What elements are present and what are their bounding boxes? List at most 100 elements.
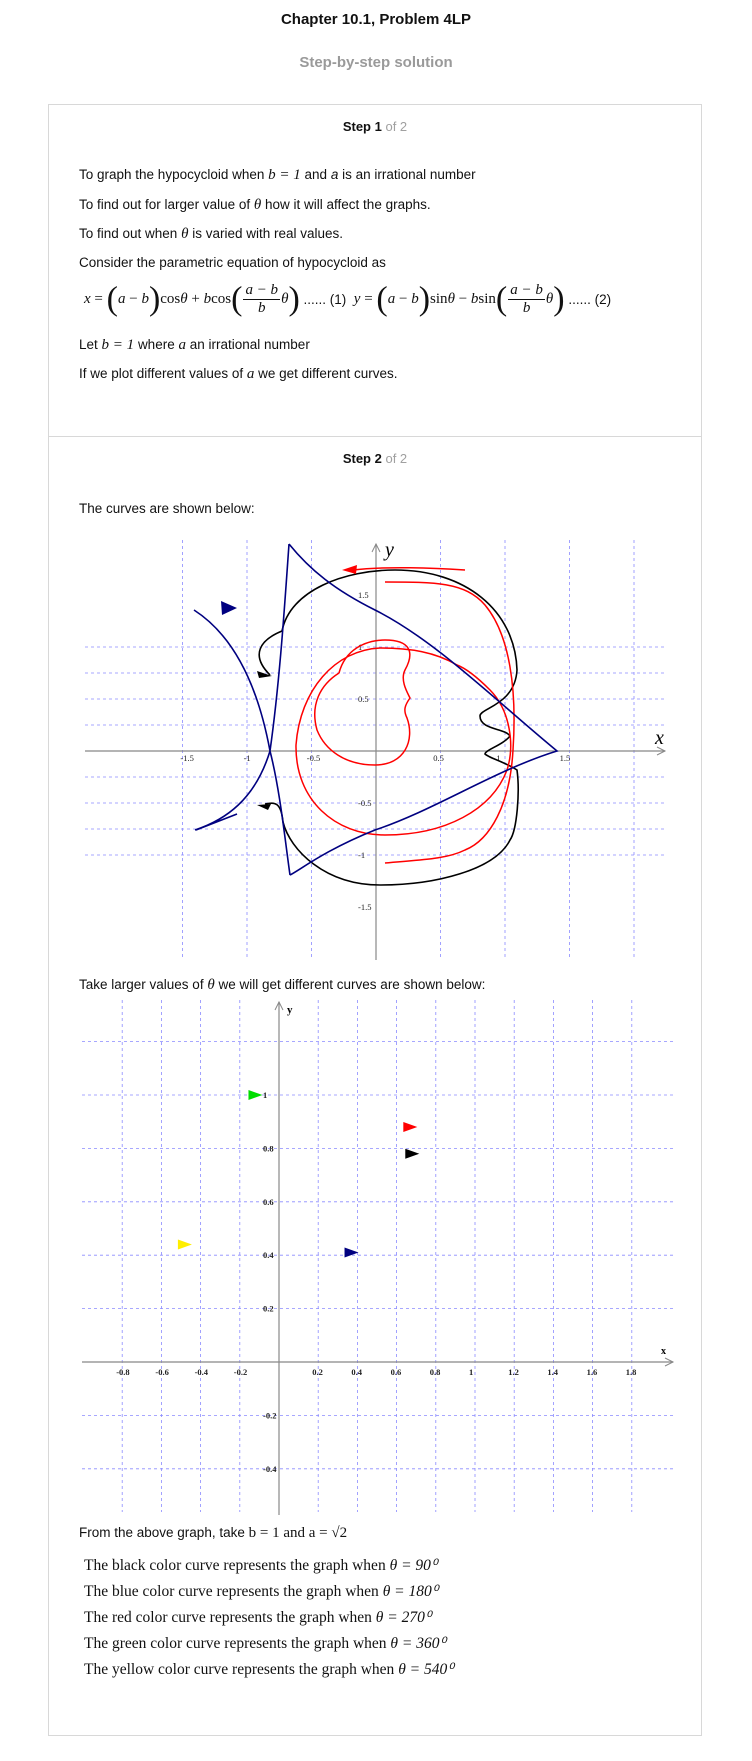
step1-line6: If we plot different values of a we get … [79, 366, 397, 383]
math-a: a [330, 167, 339, 182]
x-tick-label: 1.8 [626, 1367, 637, 1377]
red-arrow [342, 565, 357, 574]
y-tick-label: -0.4 [263, 1464, 277, 1474]
y-tick-label: 0.2 [263, 1304, 274, 1314]
curve-marker-arrow [405, 1148, 420, 1159]
curve-marker-arrow [403, 1122, 418, 1133]
hypocycloid-graph: x y -1.5 -1 -0.5 0.5 1 1.51.510.5-0.5-1-1.5 [85, 540, 667, 960]
x-tick-label: -0.6 [155, 1367, 168, 1377]
graph2-y-label: y [287, 1004, 293, 1016]
curve-text: The yellow color curve represents the gr… [84, 1661, 395, 1678]
curve-angle: θ = 180⁰ [382, 1583, 438, 1600]
math-b: b = 1 [268, 167, 301, 183]
math-theta: θ [253, 197, 262, 213]
curve-angle: θ = 270⁰ [375, 1609, 432, 1626]
curve-text: The red color curve represents the graph… [84, 1609, 372, 1626]
math-a: a [178, 337, 186, 353]
graph1-y-label: y [383, 540, 394, 561]
step2-of: of 2 [385, 451, 408, 466]
graph1-grid [85, 540, 665, 958]
text: and [304, 167, 328, 182]
eq2-tag: ...... (2) [568, 292, 612, 307]
curve-text: The blue color curve represents the grap… [84, 1583, 379, 1600]
page-subtitle: Step-by-step solution [299, 54, 453, 71]
x-tick-label: 0.2 [312, 1367, 323, 1377]
curve-line-red: The red color curve represents the graph… [84, 1608, 431, 1627]
graph2-grid [82, 1000, 673, 1512]
x-tick-label: 0.5 [433, 753, 444, 763]
blue-arrow-1 [221, 601, 237, 615]
y-tick-label: -1 [358, 850, 365, 860]
x-tick-label: 0.8 [430, 1367, 441, 1377]
y-tick-label: 0.8 [263, 1143, 274, 1153]
from-graph-line: From the above graph, take b = 1 and a =… [79, 1525, 347, 1542]
x-tick-label: 1.4 [547, 1367, 558, 1377]
curve-marker-arrow [177, 1239, 192, 1250]
text: how it will affect the graphs. [265, 197, 431, 212]
text: we get different curves. [258, 366, 398, 381]
graph2-axes [82, 1000, 675, 1515]
y-tick-label: 1.5 [358, 590, 369, 600]
step1-line2: To find out for larger value of θ how it… [79, 197, 431, 214]
text: From the above graph, take [79, 1525, 245, 1540]
curve-line-blue: The blue color curve represents the grap… [84, 1582, 438, 1601]
x-tick-label: -0.5 [307, 753, 320, 763]
step2-label: Step 2 [342, 451, 382, 466]
x-tick-label: 1.2 [508, 1367, 519, 1377]
text: is an irrational number [342, 167, 476, 182]
theta-graph: x y -0.8 -0.6 -0.4 -0.2 0.2 0.4 0.6 0.8 1 1.2 1.4 1… [82, 1000, 675, 1515]
x-tick-label: 0.4 [351, 1367, 362, 1377]
text: is varied with real values. [192, 226, 344, 241]
x-tick-label: -0.2 [234, 1367, 247, 1377]
curve-text: The black color curve represents the gra… [84, 1557, 386, 1574]
math-theta: θ [207, 977, 215, 993]
y-tick-label: 0.4 [263, 1250, 274, 1260]
text: an irrational number [189, 337, 310, 352]
x-tick-label: -0.4 [195, 1367, 209, 1377]
y-tick-label: 0.5 [358, 694, 369, 704]
x-tick-label: 1 [469, 1367, 473, 1377]
x-tick-label: -1 [244, 753, 251, 763]
curve-marker-arrow [344, 1247, 359, 1258]
larger-values-line: Take larger values of θ we will get diff… [79, 977, 485, 994]
step1-header: Step 1 of 2 [48, 119, 702, 134]
step1-line5: Let b = 1 where a an irrational number [79, 337, 310, 354]
text: To graph the hypocycloid when [79, 167, 265, 182]
graph1-x-label: x [654, 727, 664, 749]
step1-label: Step 1 [342, 119, 382, 134]
y-tick-label: -1.5 [358, 902, 371, 912]
step1-line3: To find out when θ is varied with real v… [79, 226, 343, 243]
step2-intro: The curves are shown below: [79, 501, 255, 516]
text: If we plot different values of [79, 366, 244, 381]
graph1-axes [85, 542, 667, 960]
x-tick-label: 1.5 [560, 753, 571, 763]
text: where [137, 337, 175, 352]
curve-angle: θ = 90⁰ [389, 1557, 438, 1574]
step1-of: of 2 [385, 119, 408, 134]
math-theta: θ [181, 226, 189, 242]
x-tick-label: -0.8 [116, 1367, 129, 1377]
curve-angle: θ = 540⁰ [398, 1661, 454, 1678]
x-tick-label: -1.5 [180, 753, 193, 763]
curve-line-black: The black color curve represents the gra… [84, 1556, 437, 1575]
graph2-x-label: x [661, 1346, 666, 1357]
step-divider [48, 436, 702, 437]
curve-line-green: The green color curve represents the gra… [84, 1634, 446, 1653]
curve-marker-arrow [248, 1090, 263, 1100]
y-tick-label: 1 [263, 1090, 267, 1100]
black-arrow-2 [257, 804, 271, 810]
text: Take larger values of [79, 977, 204, 992]
step1-line4: Consider the parametric equation of hypo… [79, 255, 386, 270]
math-a: a [246, 366, 255, 382]
parametric-equations: x = (a − b)cosθ + bcos(a − b b θ) ...... (… [84, 280, 612, 318]
page-title: Chapter 10.1, Problem 4LP [280, 11, 472, 28]
graph2-markers [177, 1090, 420, 1258]
y-tick-label: -0.5 [358, 798, 371, 808]
curve-angle: θ = 360⁰ [390, 1635, 446, 1652]
step1-line1: To graph the hypocycloid when b = 1 and … [79, 167, 476, 184]
eq1-tag: ...... (1) [303, 292, 347, 307]
text: To find out for larger value of [79, 197, 251, 212]
y-tick-label: -0.2 [263, 1410, 276, 1420]
x-tick-label: 0.6 [391, 1367, 402, 1377]
curve-line-yellow: The yellow color curve represents the gr… [84, 1660, 453, 1679]
